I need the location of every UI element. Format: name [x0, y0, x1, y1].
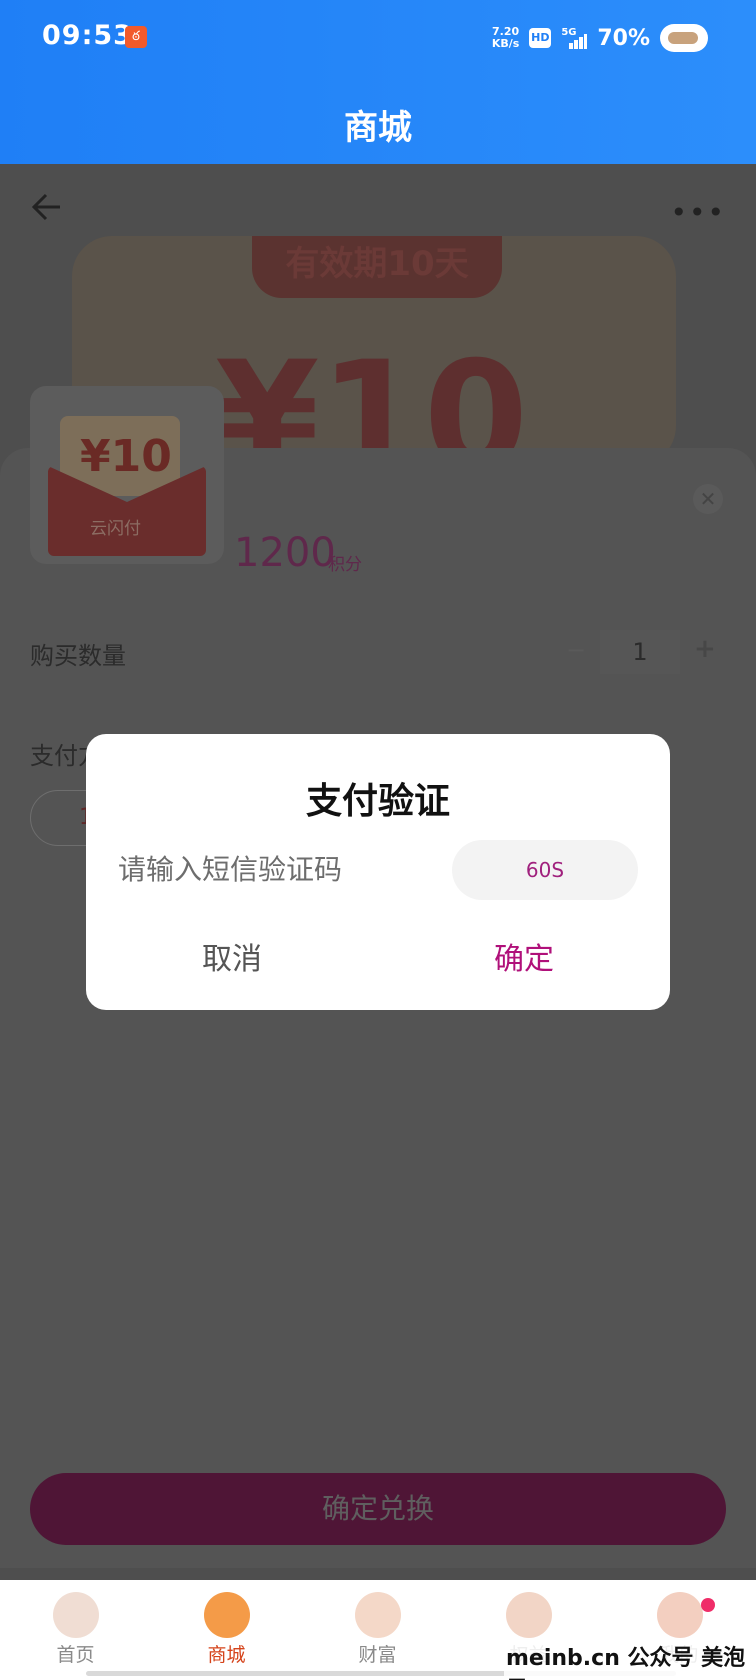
price-unit: 积分	[328, 555, 362, 575]
promo-validity: 有效期10天	[252, 236, 502, 298]
watermark: meinb.cn 公众号 美泡君	[504, 1640, 756, 1680]
confirm-exchange-button[interactable]: 确定兑换	[30, 1473, 726, 1545]
battery-level: 70%	[597, 25, 650, 51]
signal-icon: 5G	[561, 27, 588, 49]
profile-icon	[656, 1592, 703, 1638]
unionpay-logo: 云闪付	[90, 519, 141, 539]
page-title: 商城	[344, 108, 412, 148]
quantity-increment-button[interactable]: +	[694, 634, 716, 664]
coupon-amount: ¥10	[80, 431, 172, 482]
more-icon[interactable]: •••	[670, 196, 726, 229]
price-value: 1200	[234, 530, 336, 576]
tab-label: 商城	[207, 1644, 246, 1666]
top-bar: 09:53 ఠ 7.20 KB/s HD 5G 70% 商城	[0, 0, 756, 164]
home-icon	[52, 1592, 99, 1638]
confirm-button[interactable]: 确定	[378, 930, 670, 990]
notification-dot	[701, 1598, 715, 1612]
status-time: 09:53	[42, 20, 133, 51]
network-type: 5G	[561, 27, 577, 38]
product-thumbnail: ¥10 云闪付	[30, 386, 224, 564]
tab-home[interactable]: 首页	[0, 1580, 151, 1680]
back-arrow-icon[interactable]	[30, 190, 64, 224]
sms-code-input[interactable]	[118, 844, 418, 894]
close-icon[interactable]: ✕	[693, 484, 723, 514]
app-notification-icon: ఠ	[125, 26, 147, 48]
quantity-decrement-button[interactable]: −	[566, 636, 586, 664]
mall-icon	[203, 1592, 250, 1638]
tab-label: 首页	[56, 1644, 95, 1666]
quantity-label: 购买数量	[30, 642, 126, 670]
network-speed-unit: KB/s	[491, 37, 520, 50]
tab-wealth[interactable]: 财富	[302, 1580, 453, 1680]
hd-icon: HD	[529, 28, 552, 48]
quantity-value[interactable]: 1	[600, 630, 680, 674]
tab-label: 财富	[358, 1644, 397, 1666]
payment-verification-dialog: 支付验证 60S 取消 确定	[86, 734, 670, 1010]
cancel-button[interactable]: 取消	[86, 930, 378, 990]
tab-mall[interactable]: 商城	[151, 1580, 302, 1680]
status-icons: 7.20 KB/s HD 5G 70%	[492, 20, 708, 56]
resend-countdown-button[interactable]: 60S	[452, 840, 638, 900]
benefits-icon	[505, 1592, 552, 1638]
wealth-15-icon	[354, 1592, 401, 1638]
network-speed: 7.20 KB/s	[492, 26, 519, 50]
battery-icon	[660, 24, 708, 52]
dialog-title: 支付验证	[305, 781, 450, 822]
